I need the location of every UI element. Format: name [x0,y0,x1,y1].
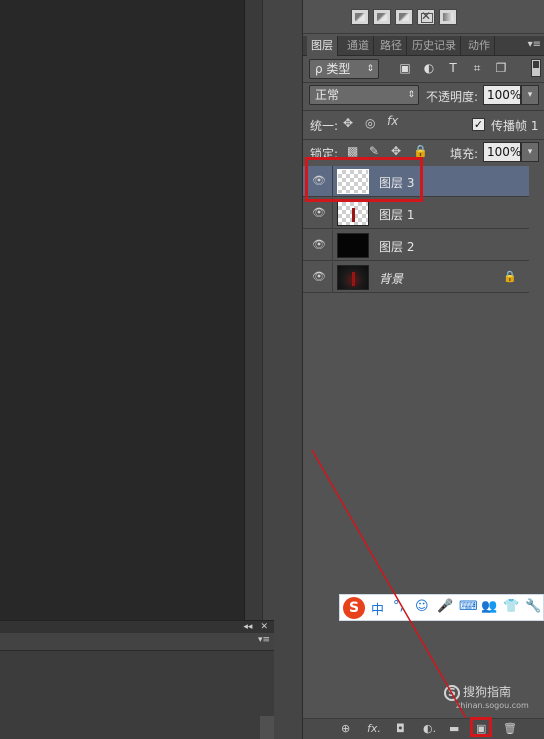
new-adjustment-icon[interactable]: ◐. [423,722,436,735]
annotation-highlight-layer3 [305,157,423,202]
updown-icon: ⇕ [366,64,374,74]
lock-icon: 🔒 [503,270,517,283]
unify-visibility-icon[interactable]: ◎ [365,116,375,130]
blend-mode-select[interactable]: 正常 ⇕ [309,85,419,105]
propagate-label: 传播帧 1 [491,119,539,133]
panel-menu-icon[interactable]: ▾≡ [258,635,270,645]
eye-icon[interactable]: 👁 [311,238,327,252]
opacity-input[interactable]: 100% [483,85,521,105]
filter-row: ρ 类型 ⇕ ▣ ◐ T ⌗ ❐ [303,57,544,81]
watermark-title: 搜狗指南 [463,685,512,699]
filter-toggle[interactable] [531,59,541,77]
layer-thumbnail [337,265,369,290]
layer-thumbnail [337,201,369,226]
sogou-logo-icon[interactable]: S [343,597,365,619]
tab-layers[interactable]: 图层 [307,36,338,56]
layer-name[interactable]: 背景 [379,270,403,287]
unify-label: 统一: [310,119,339,133]
bottom-panel-controls: ◂◂ ✕ [0,621,274,633]
unify-style-icon[interactable]: fx [387,114,398,128]
tab-channels[interactable]: 通道 [343,36,374,56]
fill-label: 填充: [450,147,479,161]
layers-footer: ⊕ fx. ◘ ◐. ▬ ▣ 🗑 [303,718,544,739]
lock-paint-icon[interactable]: ✎ [369,144,379,158]
bottle-shape [352,208,355,222]
bottom-panel-tabs: ▾≡ [0,633,274,651]
trash-icon[interactable]: 🗑 [503,722,517,735]
divider [303,82,544,83]
layer-row-background[interactable]: 👁 背景 🔒 [303,262,529,293]
ime-punctuation-icon[interactable]: °, [393,599,404,614]
blend-mode-value: 正常 [315,88,340,102]
shape-filter-icon[interactable]: ⌗ [469,61,485,75]
filter-type-select[interactable]: ρ 类型 ⇕ [309,59,379,79]
layer-thumbnail [337,233,369,258]
add-mask-icon[interactable]: ◘ [396,722,405,735]
ime-toolbar: S 中 °, ☺ 🎤 ⌨ 👥 👕 🔧 [339,594,544,621]
ime-user-icon[interactable]: 👥 [481,599,497,614]
document-canvas[interactable] [0,0,244,620]
panel-tabs: 图层 通道 路径 历史记录 动作 ▾≡ [303,36,544,56]
layer-row-2[interactable]: 👁 图层 2 [303,230,529,261]
ime-skin-icon[interactable]: 👕 [503,599,519,614]
close-icon[interactable]: ✕ [260,622,268,632]
updown-icon: ⇕ [407,90,415,100]
eye-icon[interactable]: 👁 [311,206,327,220]
type-filter-icon[interactable]: T [445,61,461,75]
new-group-icon[interactable]: ▬ [449,722,459,735]
opacity-dropdown-icon[interactable]: ▾ [521,85,539,105]
style-preset-5-icon[interactable] [439,8,457,25]
lock-all-icon[interactable]: 🔒 [413,144,428,158]
lock-transparency-icon[interactable]: ▩ [347,144,358,158]
tab-paths[interactable]: 路径 [376,36,407,56]
pixel-filter-icon[interactable]: ▣ [397,61,413,75]
unify-position-icon[interactable]: ✥ [343,116,353,130]
unify-row: 统一: ✥ ◎ fx ✓ 传播帧 1 [303,112,544,138]
layer-name[interactable]: 图层 1 [379,206,414,223]
tab-history[interactable]: 历史记录 [408,36,461,56]
panel-menu-icon[interactable]: ▾≡ [528,39,541,50]
annotation-highlight-new-layer [470,717,492,737]
ime-emoji-icon[interactable]: ☺ [415,599,429,614]
style-preset-2-icon[interactable] [373,8,391,25]
fill-dropdown-icon[interactable]: ▾ [521,142,539,162]
tab-actions[interactable]: 动作 [464,36,495,56]
watermark: S 搜狗指南 [444,683,511,701]
adjustment-filter-icon[interactable]: ◐ [421,61,437,75]
style-preset-1-icon[interactable] [351,8,369,25]
smart-object-filter-icon[interactable]: ❐ [493,61,509,75]
visibility-cell[interactable]: 👁 [303,262,333,293]
blend-row: 正常 ⇕ 不透明度: 100% ▾ [303,84,544,108]
divider [303,139,544,140]
layer-name[interactable]: 图层 2 [379,238,414,255]
sogou-icon: S [444,685,460,701]
bottom-panel-scrollbar[interactable] [260,716,274,739]
ime-chinese-mode[interactable]: 中 [371,599,384,618]
bottle-shape [352,272,355,286]
visibility-cell[interactable]: 👁 [303,230,333,261]
style-preset-4-icon[interactable] [417,8,435,25]
divider [303,110,544,111]
visibility-cell[interactable]: 👁 [303,198,333,229]
collapse-icon[interactable]: ◂◂ [243,622,252,632]
bottom-panel: ◂◂ ✕ ▾≡ [0,620,274,739]
add-style-icon[interactable]: fx. [367,722,381,735]
style-preset-3-icon[interactable] [395,8,413,25]
eye-icon[interactable]: 👁 [311,270,327,284]
layer-row-1[interactable]: 👁 图层 1 [303,198,529,229]
propagate-checkbox[interactable]: ✓ [472,118,485,131]
fill-input[interactable]: 100% [483,142,521,162]
watermark-subtitle: zhinan.sogou.com [456,701,529,710]
link-layers-icon[interactable]: ⊕ [341,722,350,735]
layers-panel: 图层 通道 路径 历史记录 动作 ▾≡ ρ 类型 ⇕ ▣ ◐ T ⌗ ❐ 正常 … [302,0,544,739]
ime-tools-icon[interactable]: 🔧 [525,599,541,614]
styles-toolbar [303,0,544,34]
ime-voice-icon[interactable]: 🎤 [437,599,453,614]
lock-move-icon[interactable]: ✥ [391,144,401,158]
filter-type-label: ρ 类型 [315,62,351,76]
ime-keyboard-icon[interactable]: ⌨ [459,599,478,614]
opacity-label: 不透明度: [426,90,479,104]
